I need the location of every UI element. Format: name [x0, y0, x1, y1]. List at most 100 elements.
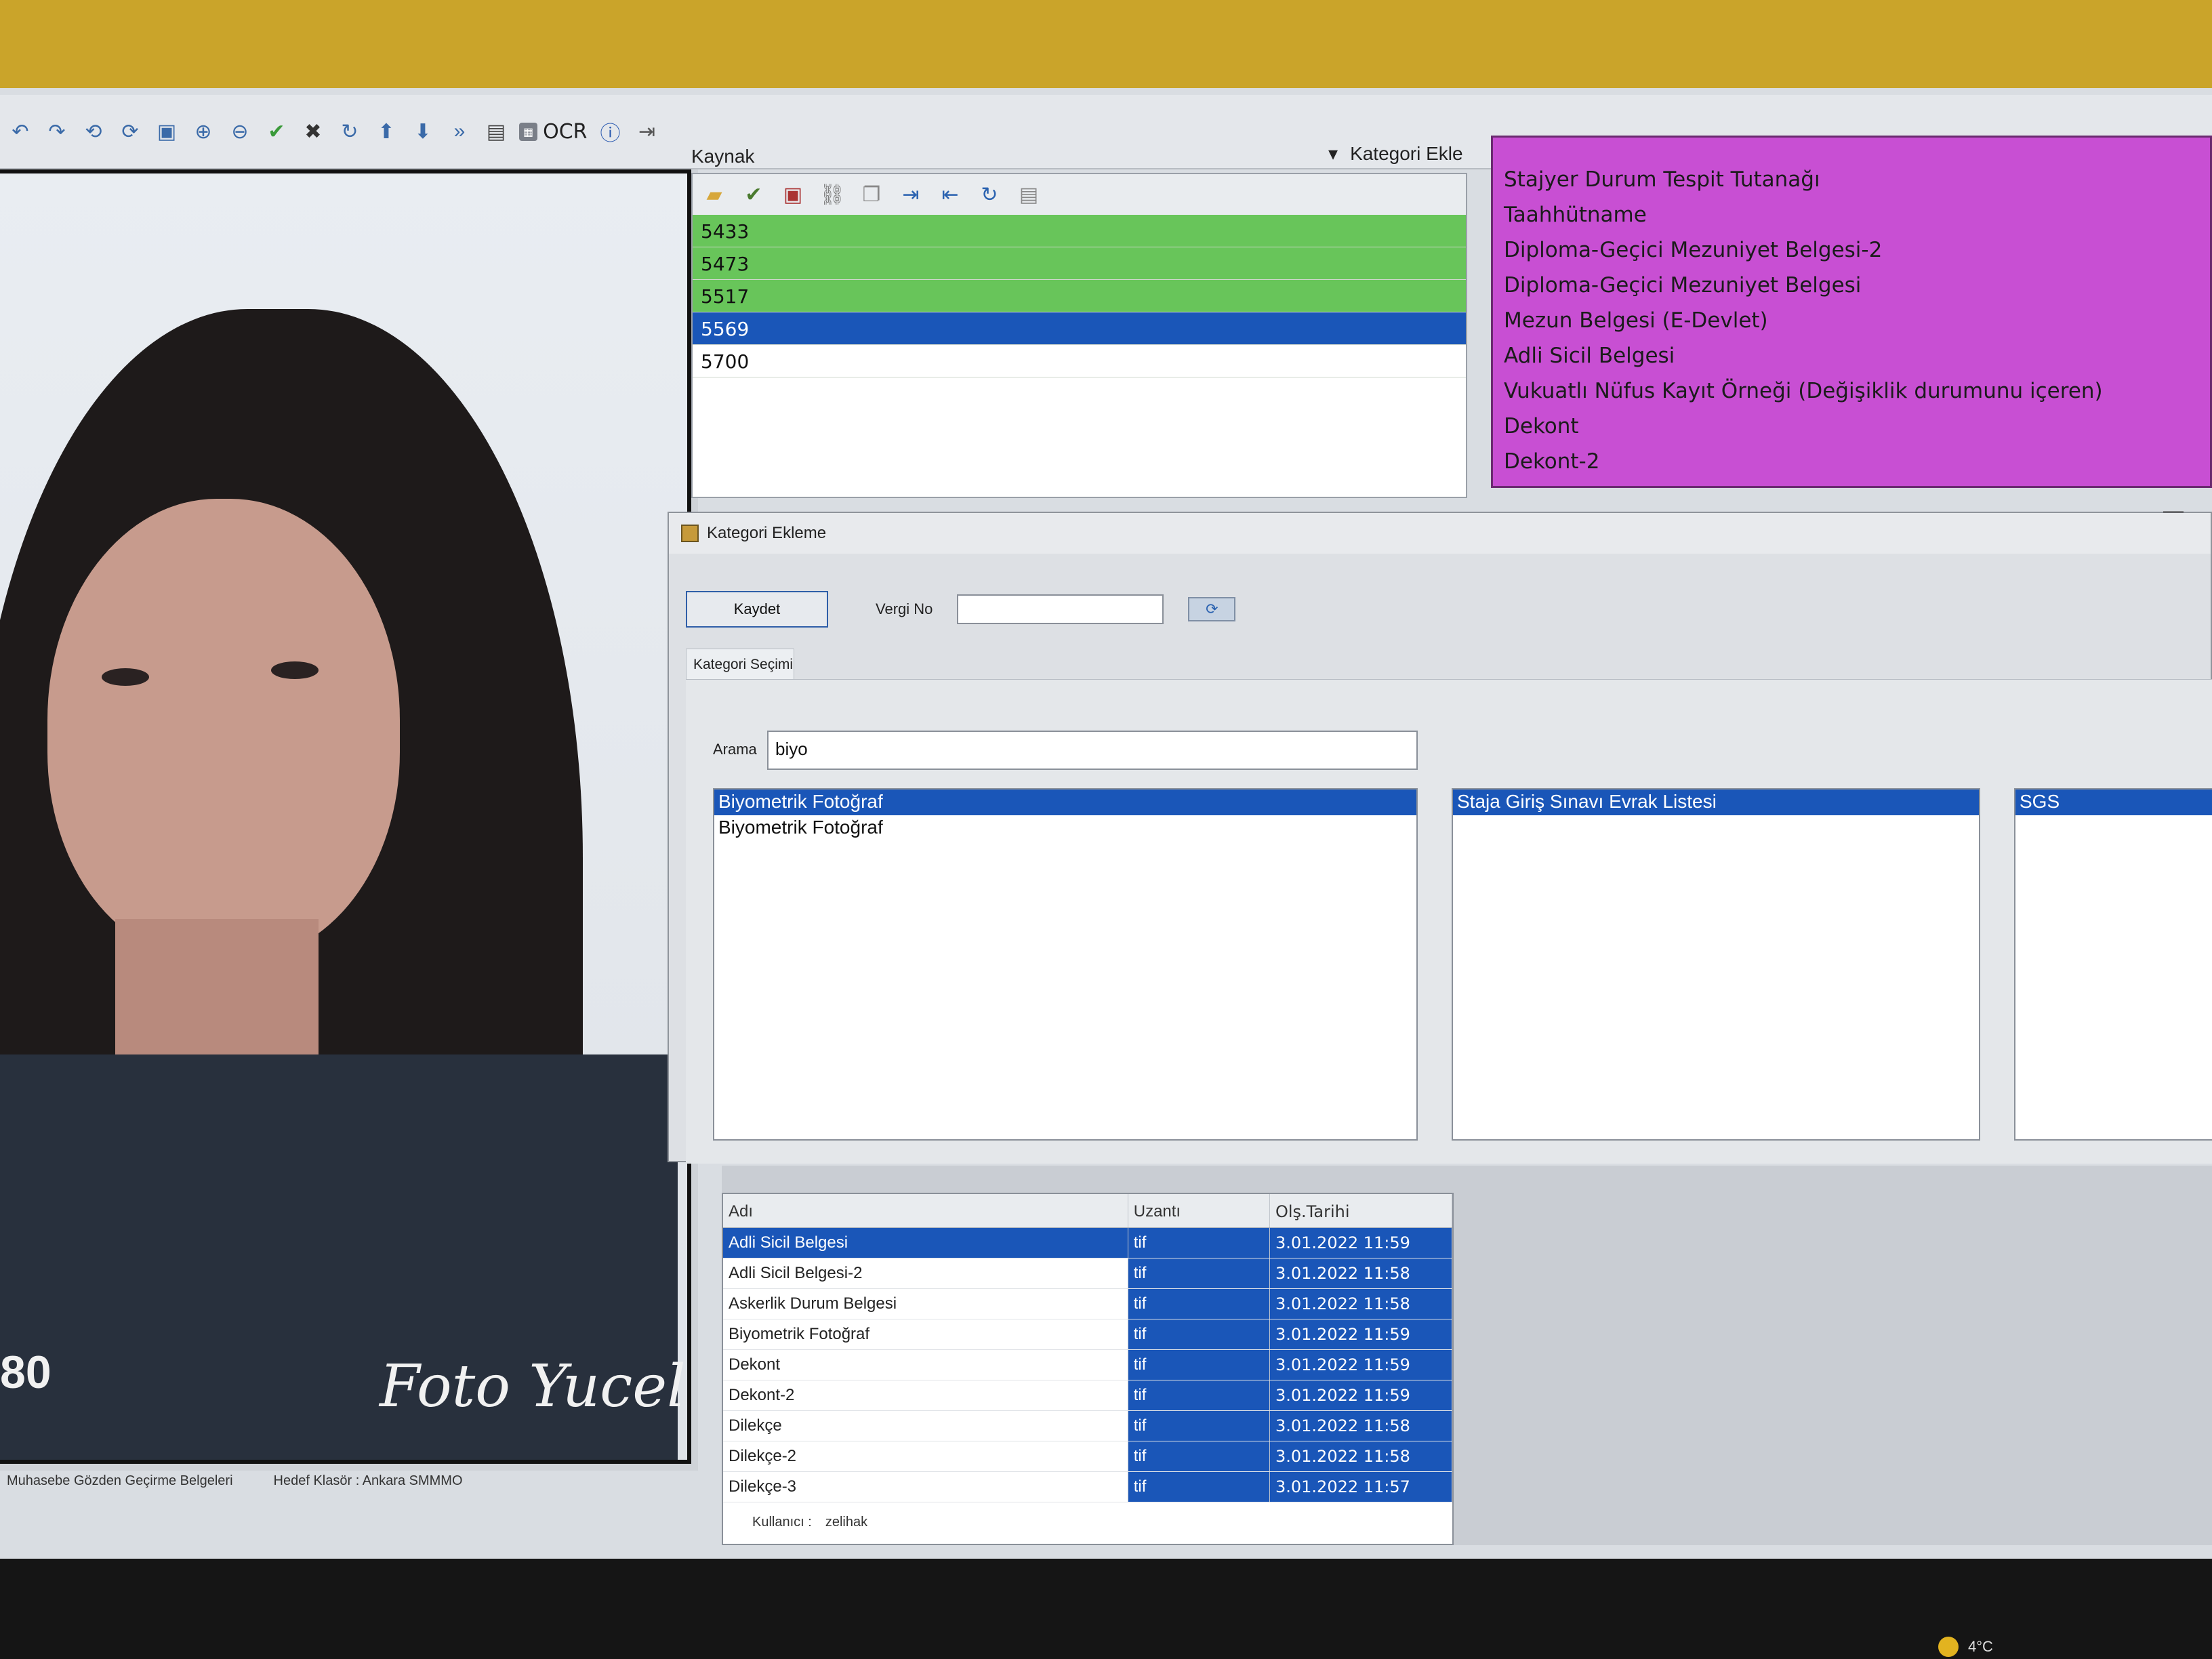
cell-ext: tif — [1128, 1228, 1270, 1258]
vergi-search-button[interactable]: ⟳ — [1188, 597, 1236, 621]
category-list[interactable]: Stajyer Durum Tespit Tutanağı Taahhütnam… — [1491, 136, 2212, 488]
table-row[interactable]: Dilekçe tif 3.01.2022 11:58 — [723, 1411, 1452, 1441]
cell-name: Dilekçe-3 — [723, 1472, 1128, 1502]
approve-icon[interactable]: ✔ — [740, 181, 767, 208]
cell-name: Dekont-2 — [723, 1380, 1128, 1410]
table-row[interactable]: Adli Sicil Belgesi-2 tif 3.01.2022 11:58 — [723, 1258, 1452, 1289]
cell-date: 3.01.2022 11:58 — [1269, 1289, 1452, 1319]
dialog-titlebar: Kategori Ekleme — [669, 513, 2211, 554]
cell-name: Dilekçe-2 — [723, 1441, 1128, 1471]
copy-icon[interactable]: ❐ — [858, 181, 885, 208]
evrak-list[interactable]: Staja Giriş Sınavı Evrak Listesi — [1452, 788, 1980, 1141]
cell-name: Adli Sicil Belgesi — [723, 1228, 1128, 1258]
category-item[interactable]: Dekont — [1504, 409, 2199, 444]
zoom-in-icon[interactable]: ⊕ — [190, 118, 217, 145]
reload-icon[interactable]: ↻ — [976, 181, 1003, 208]
kategori-ekle-dropdown[interactable]: ▾ Kategori Ekle — [1328, 142, 1463, 165]
photo-eye-right — [271, 661, 319, 679]
info-icon[interactable]: ⓘ — [597, 118, 624, 145]
monitor-bezel-bottom — [0, 1559, 2212, 1659]
ocr-label: OCR — [543, 119, 588, 144]
source-item-selected[interactable]: 5569 — [693, 312, 1466, 345]
arama-input[interactable]: biyo — [767, 731, 1418, 770]
redo-icon[interactable]: ↷ — [43, 118, 70, 145]
cell-ext: tif — [1128, 1289, 1270, 1319]
category-item[interactable]: Mezun Belgesi (E-Devlet) — [1504, 303, 2199, 338]
exit-icon[interactable]: ⇥ — [634, 118, 661, 145]
open-folder-icon[interactable]: ▰ — [701, 181, 728, 208]
category-item[interactable]: Diploma-Geçici Mezuniyet Belgesi — [1504, 268, 2199, 303]
header-name[interactable]: Adı — [723, 1194, 1128, 1227]
link-icon[interactable]: ⛓ — [819, 181, 846, 208]
header-date[interactable]: Olş.Tarihi — [1269, 1194, 1452, 1227]
file-grid[interactable]: Adı Uzantı Olş.Tarihi Adli Sicil Belgesi… — [722, 1193, 1454, 1545]
vergi-no-input[interactable] — [957, 594, 1164, 624]
tab-kategori-secimi[interactable]: Kategori Seçimi — [686, 649, 794, 680]
table-row[interactable]: Dekont tif 3.01.2022 11:59 — [723, 1350, 1452, 1380]
cell-name: Dekont — [723, 1350, 1128, 1380]
user-value: zelihak — [825, 1515, 868, 1530]
undo-icon[interactable]: ↶ — [7, 118, 34, 145]
save-icon[interactable]: ▣ — [779, 181, 806, 208]
cell-name: Biyometrik Fotoğraf — [723, 1319, 1128, 1349]
split-icon[interactable]: ⇤ — [937, 181, 964, 208]
rotate-left-icon[interactable]: ⟲ — [80, 118, 107, 145]
source-toolbar: ▰ ✔ ▣ ⛓ ❐ ⇥ ⇤ ↻ ▤ — [693, 174, 1466, 215]
table-row[interactable]: Biyometrik Fotoğraf tif 3.01.2022 11:59 — [723, 1319, 1452, 1350]
check-icon[interactable]: ✔ — [263, 118, 290, 145]
cell-date: 3.01.2022 11:59 — [1269, 1350, 1452, 1380]
dropdown-arrow-icon: ▾ — [1328, 143, 1338, 164]
header-ext[interactable]: Uzantı — [1128, 1194, 1270, 1227]
move-up-icon[interactable]: ⬆ — [373, 118, 400, 145]
list-item-selected[interactable]: Staja Giriş Sınavı Evrak Listesi — [1453, 790, 1979, 815]
category-item[interactable]: Stajyer Durum Tespit Tutanağı — [1504, 162, 2199, 197]
category-item[interactable]: Adli Sicil Belgesi — [1504, 338, 2199, 373]
table-row[interactable]: Dilekçe-3 tif 3.01.2022 11:57 — [723, 1472, 1452, 1502]
dialog-app-icon — [681, 525, 699, 542]
list-item-selected[interactable]: Biyometrik Fotoğraf — [714, 790, 1416, 815]
source-item[interactable]: 5433 — [693, 215, 1466, 247]
merge-icon[interactable]: ⇥ — [897, 181, 924, 208]
table-row[interactable]: Dekont-2 tif 3.01.2022 11:59 — [723, 1380, 1452, 1411]
category-item[interactable]: Diploma-Geçici Mezuniyet Belgesi-2 — [1504, 232, 2199, 268]
table-row[interactable]: Dilekçe-2 tif 3.01.2022 11:58 — [723, 1441, 1452, 1472]
photo-face — [47, 499, 400, 960]
monitor-bezel-top — [0, 0, 2212, 88]
source-label: Kaynak — [691, 146, 755, 167]
list-item-selected[interactable]: SGS — [2015, 790, 2212, 815]
source-item[interactable]: 5473 — [693, 247, 1466, 280]
delete-icon[interactable]: ✖ — [300, 118, 327, 145]
status-bar-left: Muhasebe Gözden Geçirme Belgeleri Hedef … — [0, 1464, 705, 1498]
table-row[interactable]: Askerlik Durum Belgesi tif 3.01.2022 11:… — [723, 1289, 1452, 1319]
ocr-button[interactable]: ▦ OCR — [519, 120, 588, 144]
search-icon: ⟳ — [1206, 600, 1218, 617]
zoom-out-icon[interactable]: ⊖ — [226, 118, 253, 145]
source-item[interactable]: 5517 — [693, 280, 1466, 312]
source-item[interactable]: 5700 — [693, 345, 1466, 377]
status-bar-right: Kullanıcı : zelihak — [752, 1515, 867, 1530]
minimize-icon[interactable]: — — [2163, 499, 2184, 523]
kaydet-button[interactable]: Kaydet — [686, 591, 828, 628]
category-item[interactable]: Taahhütname — [1504, 197, 2199, 232]
sgs-list[interactable]: SGS — [2014, 788, 2212, 1141]
crop-icon[interactable]: ▣ — [153, 118, 180, 145]
image-viewer[interactable]: 80 Foto Yucel — [0, 169, 698, 1471]
table-row[interactable]: Adli Sicil Belgesi tif 3.01.2022 11:59 — [723, 1228, 1452, 1258]
status-target: Hedef Klasör : Ankara SMMMO — [273, 1473, 463, 1488]
photo-eye-left — [102, 668, 149, 686]
scanner-icon[interactable]: ▤ — [483, 118, 510, 145]
move-down-icon[interactable]: ⬇ — [409, 118, 436, 145]
category-item[interactable]: Vukuatlı Nüfus Kayıt Örneği (Değişiklik … — [1504, 373, 2199, 409]
dialog-title: Kategori Ekleme — [707, 524, 827, 542]
temperature: 4°C — [1968, 1638, 1993, 1655]
refresh-icon[interactable]: ↻ — [336, 118, 363, 145]
ocr-badge-icon: ▦ — [519, 122, 538, 141]
cell-date: 3.01.2022 11:59 — [1269, 1319, 1452, 1349]
category-item[interactable]: Dekont-2 — [1504, 444, 2199, 479]
search-results-list[interactable]: Biyometrik Fotoğraf Biyometrik Fotoğraf — [713, 788, 1418, 1141]
rotate-right-icon[interactable]: ⟳ — [117, 118, 144, 145]
biometric-photo: 80 Foto Yucel — [0, 169, 691, 1464]
list-item[interactable]: Biyometrik Fotoğraf — [714, 815, 1416, 841]
forward-icon[interactable]: » — [446, 118, 473, 145]
document-icon[interactable]: ▤ — [1015, 181, 1042, 208]
